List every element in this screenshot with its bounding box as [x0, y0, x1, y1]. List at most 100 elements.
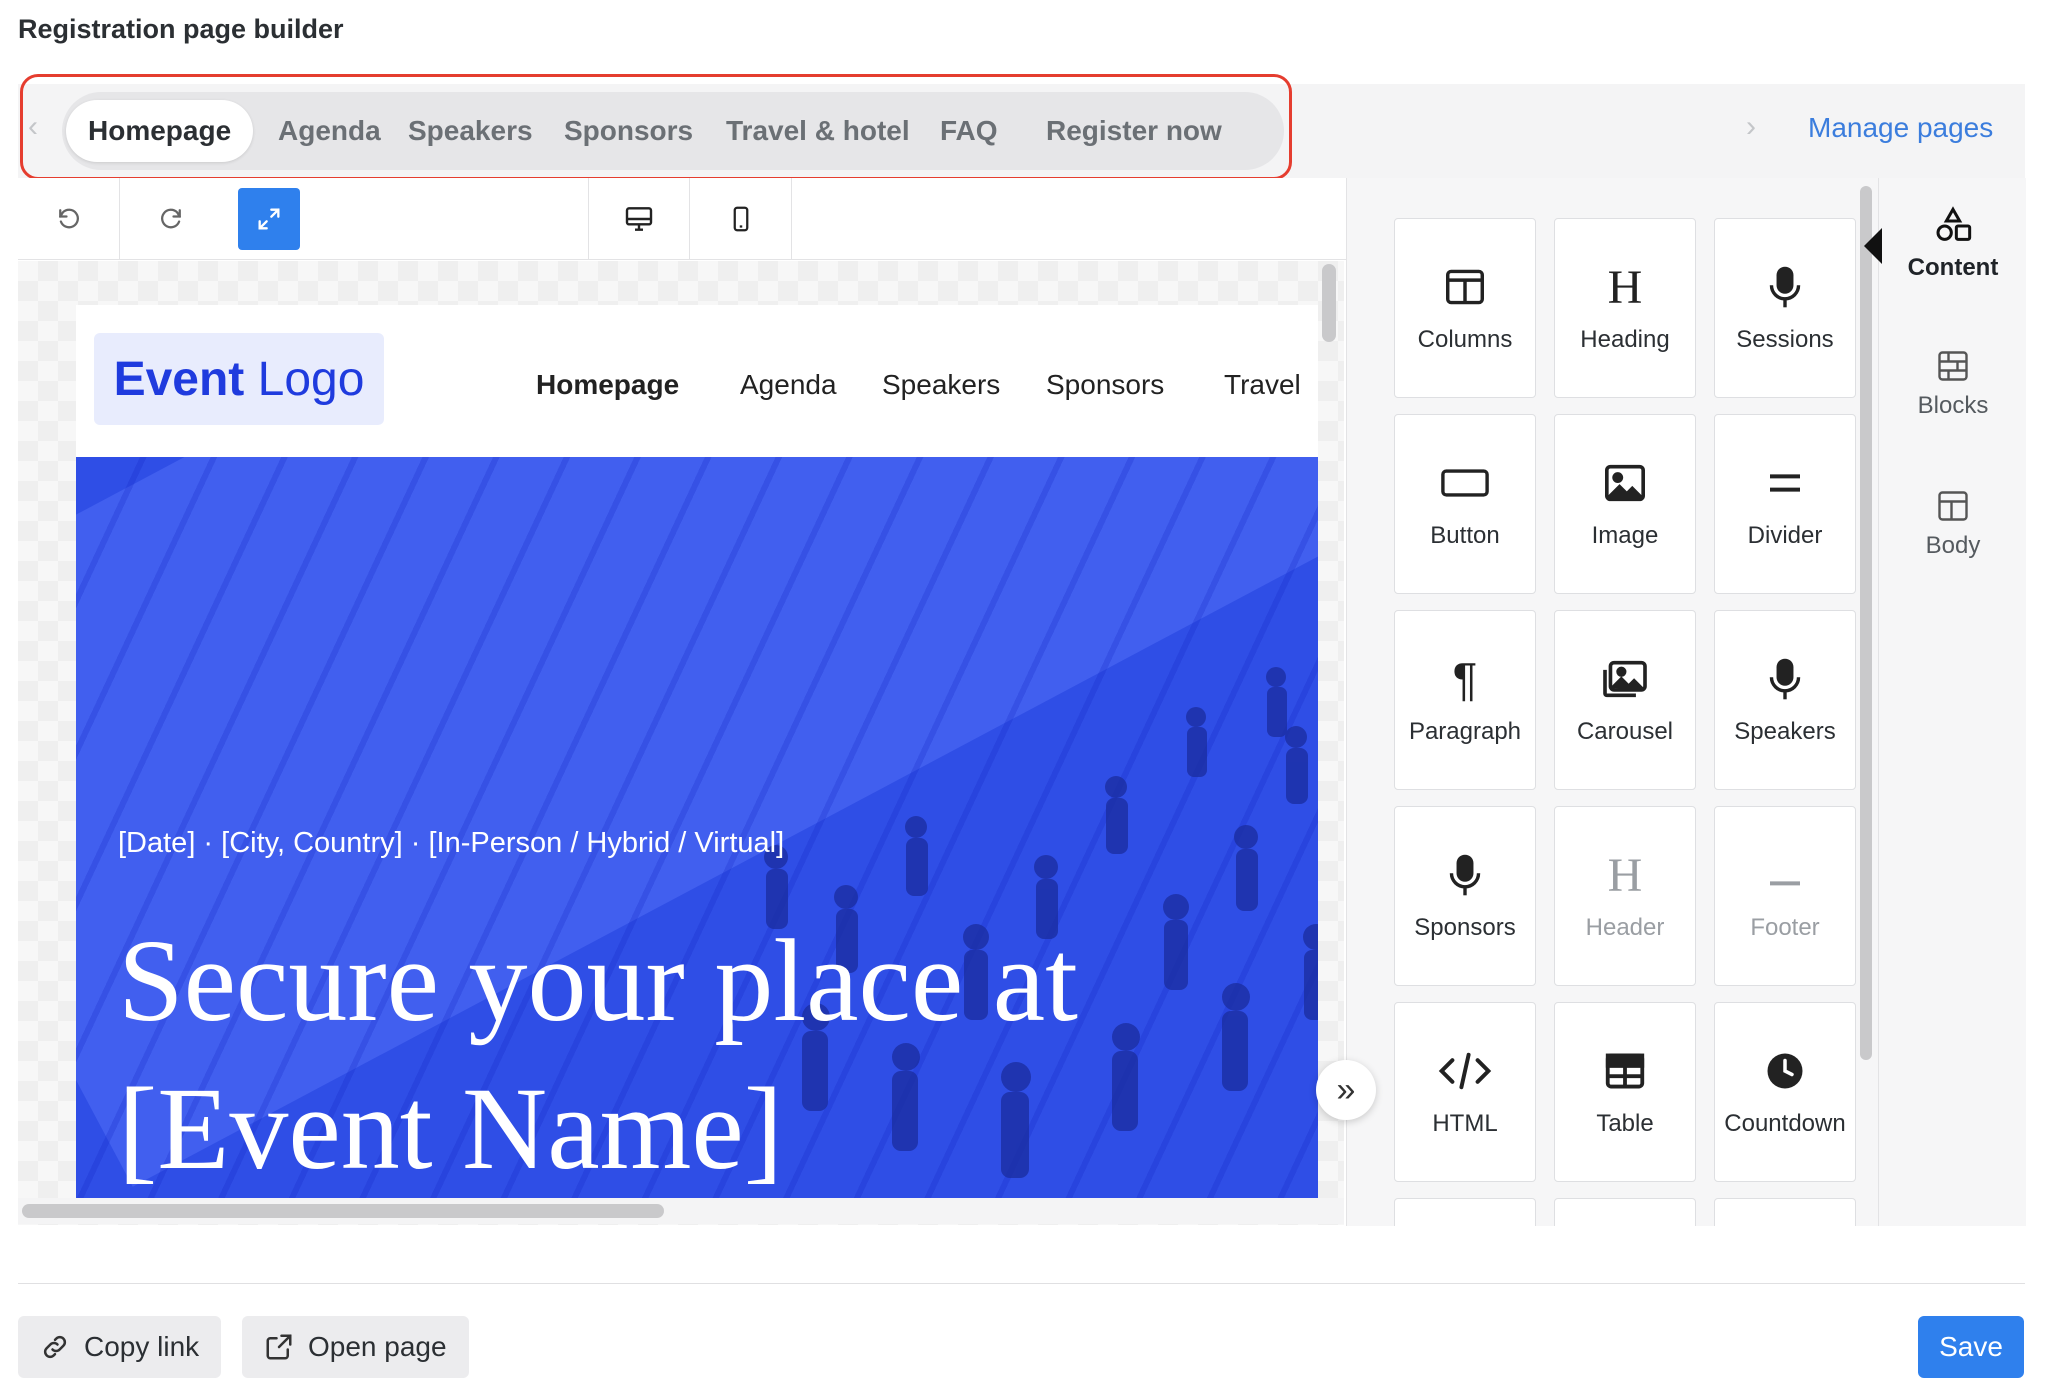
site-nav-agenda[interactable]: Agenda	[740, 369, 837, 401]
side-tab-label: Content	[1907, 254, 1999, 281]
open-page-label: Open page	[308, 1331, 447, 1362]
copy-link-button[interactable]: Copy link	[18, 1316, 222, 1378]
site-nav-speakers[interactable]: Speakers	[882, 369, 1000, 401]
tile-table[interactable]: Table	[1554, 1002, 1696, 1182]
tile-label: Speakers	[1734, 718, 1836, 745]
active-tab-pointer	[1864, 228, 1882, 264]
editor-toolbar	[18, 178, 1346, 260]
paragraph-icon: ¶	[1452, 653, 1478, 705]
side-tab-blocks[interactable]: Blocks	[1879, 348, 2027, 420]
site-preview[interactable]: Event Logo Homepage Agenda Speakers Spon…	[76, 305, 1318, 1205]
image-icon	[1605, 464, 1645, 502]
tile-partial[interactable]	[1554, 1198, 1696, 1226]
button-icon	[1441, 469, 1489, 497]
tile-heading[interactable]: H Heading	[1554, 218, 1696, 398]
footer-divider	[18, 1283, 2025, 1284]
copy-link-label: Copy link	[84, 1331, 200, 1362]
tile-sessions[interactable]: Sessions	[1714, 218, 1856, 398]
tile-partial[interactable]	[1714, 1198, 1856, 1226]
tile-label: HTML	[1432, 1110, 1498, 1137]
double-chevron-right-icon: »	[1336, 1070, 1356, 1109]
undo-button[interactable]	[18, 178, 120, 260]
tile-image[interactable]: Image	[1554, 414, 1696, 594]
canvas-vertical-scrollbar[interactable]	[1322, 264, 1336, 342]
site-header[interactable]: Event Logo Homepage Agenda Speakers Spon…	[76, 305, 1318, 457]
table-icon	[1605, 1053, 1645, 1089]
canvas-horizontal-scrollbar[interactable]	[22, 1204, 664, 1218]
mobile-icon	[733, 206, 748, 232]
hero-event-meta[interactable]: [Date] · [City, Country] · [In-Person / …	[118, 827, 784, 860]
tile-countdown[interactable]: Countdown	[1714, 1002, 1856, 1182]
hero-title[interactable]: Secure your place at [Event Name]	[118, 907, 1078, 1203]
side-tab-content[interactable]: Content	[1879, 206, 2027, 282]
carousel-icon	[1603, 660, 1647, 698]
heading-icon: H	[1607, 848, 1643, 902]
microphone-icon	[1769, 658, 1801, 700]
code-icon	[1438, 1052, 1492, 1090]
site-nav-travel[interactable]: Travel	[1224, 369, 1301, 401]
tile-speakers[interactable]: Speakers	[1714, 610, 1856, 790]
desktop-view-button[interactable]	[588, 178, 690, 260]
tile-divider[interactable]: Divider	[1714, 414, 1856, 594]
event-logo[interactable]: Event Logo	[94, 333, 384, 425]
tile-label: Header	[1585, 914, 1665, 941]
microphone-icon	[1769, 266, 1801, 308]
heading-icon: H	[1607, 260, 1643, 314]
panel-scrollbar[interactable]	[1860, 186, 1872, 1060]
shapes-icon	[1936, 206, 1972, 241]
page-canvas[interactable]: Event Logo Homepage Agenda Speakers Spon…	[18, 261, 1344, 1225]
tile-label: Columns	[1417, 326, 1513, 353]
tile-label: Table	[1596, 1110, 1654, 1137]
link-icon	[43, 1335, 67, 1359]
clock-icon	[1767, 1053, 1803, 1089]
external-link-icon	[266, 1334, 292, 1360]
site-nav-sponsors[interactable]: Sponsors	[1046, 369, 1164, 401]
tile-label: Carousel	[1576, 718, 1674, 745]
site-nav-homepage[interactable]: Homepage	[536, 369, 679, 401]
scroll-right-icon[interactable]: ›	[1746, 110, 1756, 144]
tile-html[interactable]: HTML	[1394, 1002, 1536, 1182]
layout-icon	[1938, 491, 1968, 521]
columns-icon	[1446, 269, 1484, 305]
hero-title-line-1: Secure your place at	[118, 915, 1078, 1046]
tile-sponsors[interactable]: Sponsors	[1394, 806, 1536, 986]
tile-label: Countdown	[1724, 1110, 1846, 1137]
mobile-view-button[interactable]	[690, 178, 792, 260]
undo-icon	[58, 208, 79, 229]
tile-label: Sponsors	[1414, 914, 1516, 941]
tile-label: Heading	[1580, 326, 1670, 353]
tile-paragraph[interactable]: ¶ Paragraph	[1394, 610, 1536, 790]
save-button[interactable]: Save	[1918, 1316, 2024, 1378]
tile-carousel[interactable]: Carousel	[1554, 610, 1696, 790]
logo-bold-text: Event	[113, 352, 245, 406]
side-tab-label: Body	[1925, 532, 1981, 559]
tile-label: Footer	[1750, 914, 1820, 941]
tile-label: Sessions	[1736, 326, 1834, 353]
tile-header: H Header	[1554, 806, 1696, 986]
side-tab-body[interactable]: Body	[1879, 488, 2027, 560]
open-page-button[interactable]: Open page	[242, 1316, 469, 1378]
expand-icon	[258, 208, 280, 230]
tile-footer: Footer	[1714, 806, 1856, 986]
hero-title-line-2: [Event Name]	[118, 1063, 784, 1194]
redo-button[interactable]	[120, 178, 222, 260]
tile-partial[interactable]	[1394, 1198, 1536, 1226]
tabs-highlight-annotation	[20, 74, 1292, 180]
tile-label: Image	[1591, 522, 1659, 549]
fullscreen-button[interactable]	[238, 188, 300, 250]
divider-icon	[1770, 474, 1800, 492]
tile-label: Paragraph	[1408, 718, 1522, 745]
manage-pages-link[interactable]: Manage pages	[1808, 112, 1993, 144]
collapse-panel-button[interactable]: »	[1316, 1060, 1376, 1120]
tile-button[interactable]: Button	[1394, 414, 1536, 594]
desktop-icon	[625, 207, 653, 231]
hero-section[interactable]: [Date] · [City, Country] · [In-Person / …	[76, 457, 1318, 1205]
logo-regular-text: Logo	[244, 352, 365, 406]
side-tabs: Content Blocks Body	[1878, 178, 2026, 1226]
tile-columns[interactable]: Columns	[1394, 218, 1536, 398]
microphone-icon	[1449, 854, 1481, 896]
side-tab-label: Blocks	[1917, 392, 1989, 419]
tile-label: Divider	[1747, 522, 1823, 549]
redo-icon	[161, 208, 181, 229]
page-title: Registration page builder	[18, 14, 344, 44]
